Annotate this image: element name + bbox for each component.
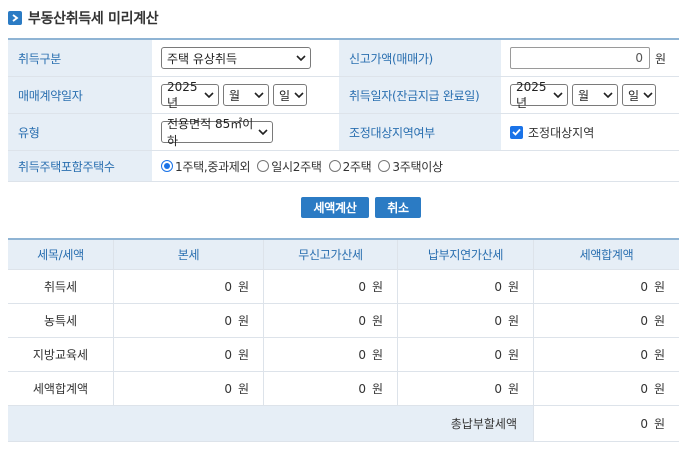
table-row: 세액합계액 0원 0원 0원 0원 [8,372,679,406]
type-cell: 전용면적 85㎡이하 [152,114,339,150]
report-price-input[interactable]: 0 [510,47,650,69]
chevron-right-icon [8,11,22,25]
row-label: 지방교육세 [8,338,114,371]
house-count-cell: 1주택,중과제외 일시2주택 2주택 3주택이상 [152,151,679,181]
house-count-label: 취득주택포함주택수 [8,151,152,181]
type-label: 유형 [8,114,152,150]
radio-option-2[interactable]: 일시2주택 [257,158,322,175]
adjust-area-checkbox-label[interactable]: 조정대상지역 [528,124,594,141]
radio-button[interactable] [257,160,270,172]
chevron-down-icon [603,92,613,98]
table-row: 지방교육세 0원 0원 0원 0원 [8,338,679,372]
radio-option-1[interactable]: 1주택,중과제외 [161,158,251,175]
table-cell: 0원 [398,304,534,337]
adjust-area-cell: 조정대상지역 [501,114,679,150]
chevron-down-icon [294,92,304,98]
table-cell: 0원 [264,304,398,337]
column-header: 세액합계액 [579,248,634,262]
page-header: 부동산취득세 미리계산 [8,8,159,28]
form-row-dates: 매매계약일자 2025년 월 일 취득일자(잔금지급 완료일) 2025년 월 [8,77,679,114]
radio-option-3[interactable]: 2주택 [328,158,372,175]
result-table: 세목/세액 본세 무신고가산세 납부지연가산세 세액합계액 취득세 0원 0원 … [8,238,679,442]
chevron-down-icon [258,129,268,135]
type-select[interactable]: 전용면적 85㎡이하 [161,117,273,148]
radio-option-4[interactable]: 3주택이상 [378,158,443,175]
contract-month-select[interactable]: 월 [223,84,269,106]
table-cell: 0원 [398,338,534,371]
row-label: 농특세 [8,304,114,337]
acq-type-select[interactable]: 주택 유상취득 [161,47,311,69]
table-row: 취득세 0원 0원 0원 0원 [8,270,679,304]
form-row-house-count: 취득주택포함주택수 1주택,중과제외 일시2주택 2주택 3주택이상 [8,151,679,182]
column-header: 납부지연가산세 [398,240,534,269]
acq-type-cell: 주택 유상취득 [152,40,339,76]
checkmark-icon [512,128,521,136]
cancel-button[interactable]: 취소 [375,197,421,218]
column-header: 무신고가산세 [264,240,398,269]
table-cell: 0원 [640,381,665,397]
table-cell: 0원 [640,279,665,295]
contract-date-label: 매매계약일자 [8,77,152,113]
chevron-down-icon [643,92,653,98]
table-header-row: 세목/세액 본세 무신고가산세 납부지연가산세 세액합계액 [8,240,679,270]
calculate-button[interactable]: 세액계산 [301,197,369,218]
acq-date-cell: 2025년 월 일 [501,77,679,113]
row-label: 세액합계액 [8,372,114,405]
column-header: 본세 [114,240,264,269]
radio-button[interactable] [161,160,173,172]
radio-button[interactable] [328,160,341,172]
table-cell: 0원 [264,270,398,303]
adjust-area-label: 조정대상지역여부 [339,114,501,150]
total-row: 총납부할세액 0원 [8,406,679,442]
table-cell: 0원 [264,372,398,405]
table-cell: 0원 [114,338,264,371]
adjust-area-checkbox[interactable] [510,125,523,139]
chevron-down-icon [254,92,264,98]
chevron-down-icon [204,92,214,98]
total-label: 총납부할세액 [8,406,534,441]
contract-date-cell: 2025년 월 일 [152,77,339,113]
acq-type-label: 취득구분 [8,40,152,76]
contract-day-select[interactable]: 일 [273,84,307,106]
contract-year-select[interactable]: 2025년 [161,80,219,110]
form-row-type: 유형 전용면적 85㎡이하 조정대상지역여부 조정대상지역 [8,114,679,151]
table-cell: 0원 [114,270,264,303]
report-price-unit: 원 [655,51,667,66]
acq-date-label: 취득일자(잔금지급 완료일) [339,77,501,113]
input-form: 취득구분 주택 유상취득 신고가액(매매가) 0 원 매매계약일자 2025년 … [8,38,679,182]
radio-button[interactable] [378,160,391,172]
acq-month-select[interactable]: 월 [572,84,618,106]
chevron-down-icon [296,55,306,61]
acq-day-select[interactable]: 일 [622,84,656,106]
table-cell: 0원 [114,372,264,405]
table-cell: 0원 [640,347,665,363]
table-cell: 0원 [398,270,534,303]
table-cell: 0원 [640,313,665,329]
total-value: 0원 [640,416,665,432]
form-row-acq-type: 취득구분 주택 유상취득 신고가액(매매가) 0 원 [8,40,679,77]
table-cell: 0원 [114,304,264,337]
page-title: 부동산취득세 미리계산 [28,11,159,27]
row-label: 취득세 [8,270,114,303]
table-row: 농특세 0원 0원 0원 0원 [8,304,679,338]
report-price-cell: 0 원 [501,40,679,76]
column-header: 세목/세액 [8,240,114,269]
house-count-radio-group: 1주택,중과제외 일시2주택 2주택 3주택이상 [161,158,450,175]
acq-year-select[interactable]: 2025년 [510,80,568,110]
report-price-label: 신고가액(매매가) [339,40,501,76]
action-buttons: 세액계산 취소 [0,197,679,218]
table-cell: 0원 [398,372,534,405]
chevron-down-icon [553,92,563,98]
table-cell: 0원 [264,338,398,371]
